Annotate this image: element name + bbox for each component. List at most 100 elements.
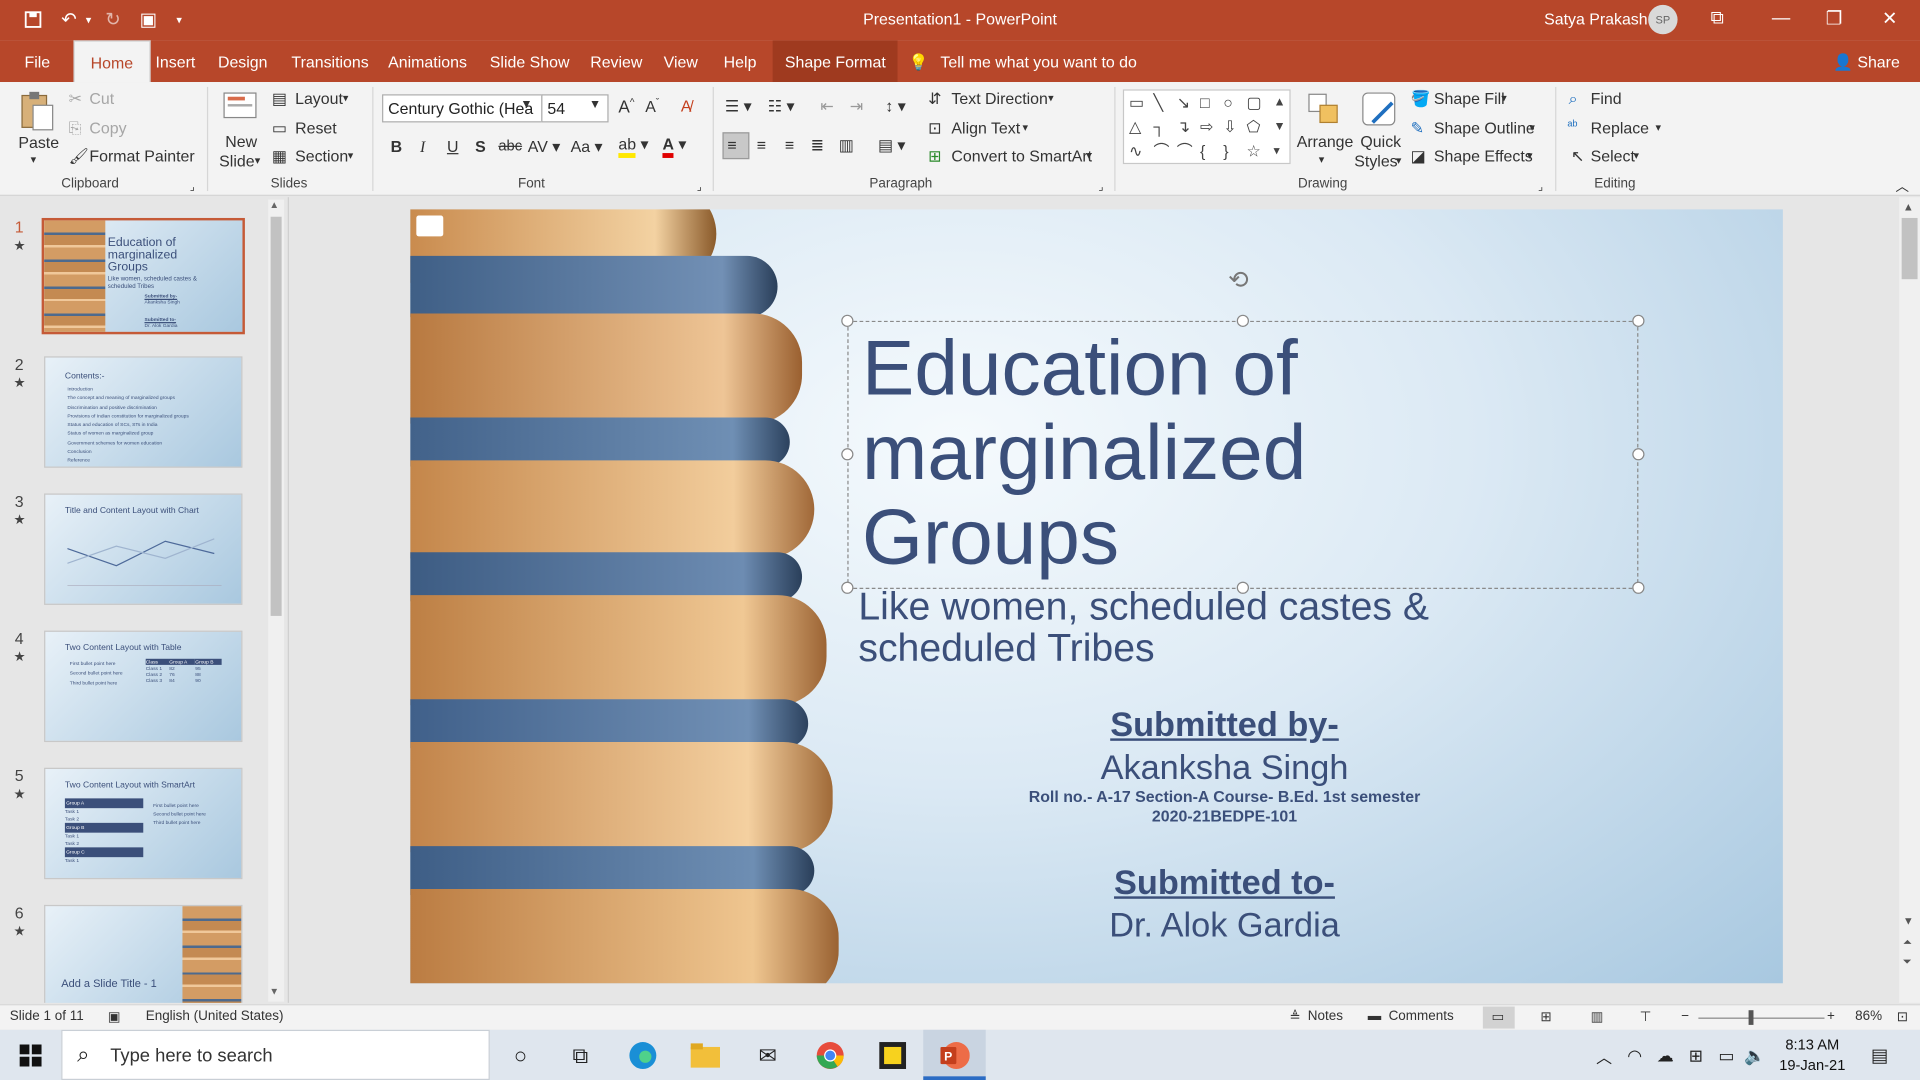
ribbon-display-icon[interactable]: ⧉ <box>1711 7 1724 28</box>
resize-handle[interactable] <box>841 581 854 594</box>
spellcheck-icon[interactable]: ▣ <box>108 1009 121 1025</box>
quick-styles-dropdown-icon[interactable]: ▾ <box>1396 154 1402 167</box>
slide-thumbnail-2[interactable]: Contents:- Introduction The concept and … <box>44 356 243 468</box>
next-slide-icon[interactable]: ⏷ <box>1903 955 1912 968</box>
volume-icon[interactable]: 🔈 <box>1739 1040 1771 1072</box>
previous-slide-icon[interactable]: ⏶ <box>1903 936 1912 949</box>
oval-shape-icon[interactable]: ○ <box>1223 94 1233 110</box>
arrange-button[interactable]: Arrange <box>1297 132 1354 150</box>
zoom-out-icon[interactable]: − <box>1681 1009 1689 1024</box>
decrease-indent-icon[interactable]: ⇤ <box>820 97 833 117</box>
tab-file[interactable]: File <box>24 53 50 71</box>
align-text-dropdown-icon[interactable]: ▾ <box>1022 121 1028 134</box>
shapes-gallery[interactable]: ▭ ╲ ↘ □ ○ ▢ △ ┐ ↴ ⇨ ⇩ ⬠ ∿ ⌒ ⌒ { } ☆ ▲ ▼ … <box>1122 89 1291 165</box>
arrow-shape-icon[interactable]: ↘ <box>1177 94 1190 110</box>
highlight-color-icon[interactable]: ab ▾ <box>618 134 649 158</box>
character-spacing-icon[interactable]: AV ▾ <box>528 137 560 157</box>
editor-scrollbar[interactable]: ▲ ▼ ⏶ ⏷ <box>1899 197 1920 1003</box>
rotate-handle-icon[interactable]: ⟲ <box>1228 264 1249 295</box>
arrange-dropdown-icon[interactable]: ▾ <box>1319 153 1325 166</box>
new-slide-button-line2[interactable]: Slide <box>219 152 254 170</box>
tab-home[interactable]: Home <box>73 40 151 83</box>
slide-thumbnail-5[interactable]: Two Content Layout with SmartArt Group A… <box>44 767 243 880</box>
strikethrough-icon[interactable]: abc <box>498 137 522 154</box>
italic-icon[interactable]: I <box>420 137 425 157</box>
course-code[interactable]: 2020-21BEDPE-101 <box>857 807 1592 825</box>
triangle-shape-icon[interactable]: △ <box>1129 119 1141 135</box>
tab-slide-show[interactable]: Slide Show <box>490 53 570 71</box>
numbering-icon[interactable]: ☷ ▾ <box>768 97 795 117</box>
submitted-to-heading[interactable]: Submitted to- <box>857 863 1592 902</box>
slide-subtitle-line[interactable]: Like women, scheduled castes & <box>858 585 1429 627</box>
shape-outline-button[interactable]: Shape Outline <box>1434 119 1535 137</box>
edge-icon[interactable] <box>627 1040 659 1072</box>
comments-button[interactable]: Comments <box>1389 1009 1454 1024</box>
tab-animations[interactable]: Animations <box>388 53 467 71</box>
tab-help[interactable]: Help <box>724 53 757 71</box>
paste-button[interactable]: Paste <box>18 133 59 151</box>
replace-button[interactable]: Replace <box>1591 119 1649 137</box>
wifi-icon[interactable]: ◠ <box>1619 1040 1651 1072</box>
freeform-shape-icon[interactable]: ∿ <box>1129 143 1142 159</box>
gallery-more-icon[interactable]: ▾ <box>1273 143 1279 159</box>
slide-show-icon[interactable]: ⊤ <box>1640 1009 1652 1025</box>
scroll-thumb[interactable] <box>1901 217 1918 280</box>
line-shape-icon[interactable]: ╲ <box>1153 94 1163 110</box>
elbow-arrow-icon[interactable]: ↴ <box>1177 119 1190 135</box>
section-dropdown-icon[interactable]: ▾ <box>348 149 354 162</box>
task-view-icon[interactable]: ⧉ <box>564 1040 596 1072</box>
submitted-by-heading[interactable]: Submitted by- <box>857 705 1592 744</box>
zoom-slider[interactable] <box>1698 1017 1825 1019</box>
font-size-dropdown-icon[interactable]: ▼ <box>589 98 601 111</box>
layout-button[interactable]: Layout <box>295 89 343 107</box>
text-direction-button[interactable]: Text Direction <box>951 89 1047 107</box>
layout-dropdown-icon[interactable]: ▾ <box>343 92 349 105</box>
paste-dropdown-icon[interactable]: ▾ <box>31 153 37 166</box>
zoom-level[interactable]: 86% <box>1855 1009 1882 1024</box>
normal-view-icon[interactable]: ▭ <box>1491 1009 1504 1025</box>
minimize-icon[interactable]: — <box>1772 7 1790 28</box>
line-spacing-icon[interactable]: ↕ ▾ <box>885 97 905 117</box>
select-button[interactable]: Select <box>1591 147 1635 165</box>
system-clock[interactable]: 8:13 AM 19-Jan-21 <box>1779 1035 1845 1077</box>
shape-fill-button[interactable]: Shape Fill <box>1434 89 1505 107</box>
pentagon-shape-icon[interactable]: ⬠ <box>1247 119 1261 135</box>
resize-handle[interactable] <box>841 314 854 327</box>
arc-shape-icon[interactable]: ⌒ <box>1153 143 1169 159</box>
textbox-shape-icon[interactable]: ▭ <box>1129 94 1144 110</box>
resize-handle[interactable] <box>1632 581 1645 594</box>
shape-fill-dropdown-icon[interactable]: ▾ <box>1501 92 1507 105</box>
curve-shape-icon[interactable]: ⌒ <box>1177 143 1193 159</box>
find-button[interactable]: Find <box>1591 89 1622 107</box>
taskbar-search-box[interactable]: ⌕ Type here to search <box>61 1029 490 1080</box>
powerpoint-icon[interactable]: P <box>939 1040 971 1072</box>
rounded-rect-shape-icon[interactable]: ▢ <box>1247 94 1262 110</box>
reset-button[interactable]: Reset <box>295 119 337 137</box>
zoom-slider-thumb[interactable] <box>1748 1010 1754 1025</box>
gallery-up-icon[interactable]: ▲ <box>1273 94 1285 110</box>
arrange-icon[interactable] <box>1305 89 1342 131</box>
replace-dropdown-icon[interactable]: ▾ <box>1656 121 1662 134</box>
notification-center-icon[interactable]: ▤ <box>1864 1040 1896 1072</box>
share-button[interactable]: 👤 Share <box>1833 53 1900 73</box>
tab-design[interactable]: Design <box>218 53 268 71</box>
notes-button[interactable]: Notes <box>1308 1009 1343 1024</box>
student-name[interactable]: Akanksha Singh <box>857 748 1592 787</box>
copy-button[interactable]: Copy <box>89 119 126 137</box>
chrome-icon[interactable] <box>814 1040 846 1072</box>
reading-view-icon[interactable]: ▥ <box>1591 1009 1604 1025</box>
clipboard-launcher-icon[interactable]: ⌟ <box>190 180 195 193</box>
new-slide-icon[interactable] <box>220 89 259 123</box>
align-right-icon[interactable]: ≡ <box>785 136 794 154</box>
windows-start-icon[interactable] <box>15 1040 47 1072</box>
format-painter-button[interactable]: Format Painter <box>89 147 194 165</box>
paragraph-launcher-icon[interactable]: ⌟ <box>1098 180 1103 193</box>
new-slide-dropdown-icon[interactable]: ▾ <box>255 154 261 167</box>
sticky-notes-icon[interactable] <box>877 1040 909 1072</box>
smartart-dropdown-icon[interactable]: ▾ <box>1086 149 1092 162</box>
font-color-icon[interactable]: A ▾ <box>662 134 686 158</box>
rectangle-shape-icon[interactable]: □ <box>1200 94 1210 110</box>
convert-smartart-button[interactable]: Convert to SmartArt <box>951 147 1092 165</box>
tab-view[interactable]: View <box>664 53 698 71</box>
resize-handle[interactable] <box>1236 314 1249 327</box>
